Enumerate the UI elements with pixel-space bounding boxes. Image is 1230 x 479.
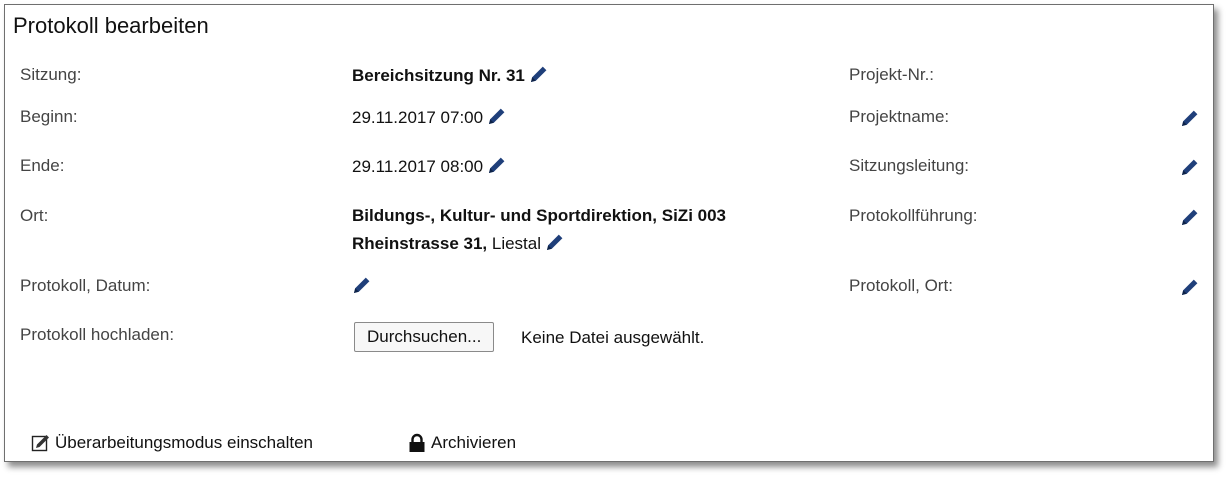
- edit-sitzung-pencil-icon[interactable]: [529, 64, 549, 84]
- edit-checkbox-icon: [31, 433, 51, 453]
- ort-street: Rheinstrasse 31,: [352, 234, 488, 253]
- protokoll-datum-value-row: [352, 275, 372, 298]
- beginn-value-row: 29.11.2017 07:00: [352, 106, 507, 129]
- protokoll-hochladen-label: Protokoll hochladen:: [20, 325, 175, 344]
- protokollfuehrung-label: Protokollführung:: [849, 206, 978, 225]
- ort-city: Liestal: [487, 234, 542, 253]
- edit-ende-pencil-icon[interactable]: [487, 155, 507, 175]
- projekt-nr-label: Projekt-Nr.:: [849, 65, 935, 84]
- edit-sitzungsleitung-pencil-icon[interactable]: [1180, 157, 1200, 177]
- sitzung-label: Sitzung:: [20, 65, 82, 84]
- protokoll-datum-label: Protokoll, Datum:: [20, 276, 151, 295]
- edit-protokoll-datum-pencil-icon[interactable]: [352, 275, 372, 295]
- ort-label: Ort:: [20, 206, 49, 225]
- protokoll-ort-label: Protokoll, Ort:: [849, 276, 953, 295]
- revision-mode-label: Überarbeitungsmodus einschalten: [55, 433, 313, 452]
- sitzung-value-row: Bereichsitzung Nr. 31: [352, 64, 549, 87]
- sitzungsleitung-label: Sitzungsleitung:: [849, 156, 970, 175]
- beginn-value: 29.11.2017 07:00: [352, 108, 484, 127]
- file-status-text: Keine Datei ausgewählt.: [521, 328, 705, 347]
- edit-beginn-pencil-icon[interactable]: [487, 106, 507, 126]
- edit-projektname-pencil-icon[interactable]: [1180, 108, 1200, 128]
- projektname-label: Projektname:: [849, 107, 950, 126]
- beginn-label: Beginn:: [20, 107, 78, 126]
- ende-value: 29.11.2017 08:00: [352, 157, 484, 176]
- edit-ort-pencil-icon[interactable]: [545, 232, 565, 252]
- edit-protocol-panel: Protokoll bearbeiten Sitzung: Beginn: En…: [4, 4, 1214, 462]
- lock-icon: [407, 433, 427, 453]
- edit-protokollfuehrung-pencil-icon[interactable]: [1180, 207, 1200, 227]
- ende-label: Ende:: [20, 156, 65, 175]
- sitzung-value: Bereichsitzung Nr. 31: [352, 66, 525, 85]
- ende-value-row: 29.11.2017 08:00: [352, 155, 507, 178]
- browse-file-button[interactable]: Durchsuchen...: [354, 322, 495, 352]
- revision-mode-button[interactable]: Überarbeitungsmodus einschalten: [31, 433, 313, 453]
- ort-value-line2: Rheinstrasse 31, Liestal: [352, 232, 565, 255]
- edit-protokoll-ort-pencil-icon[interactable]: [1180, 277, 1200, 297]
- archive-label: Archivieren: [431, 433, 517, 452]
- panel-title: Protokoll bearbeiten: [13, 13, 209, 38]
- ort-value-line1: Bildungs-, Kultur- und Sportdirektion, S…: [352, 206, 726, 225]
- archive-button[interactable]: Archivieren: [407, 433, 516, 453]
